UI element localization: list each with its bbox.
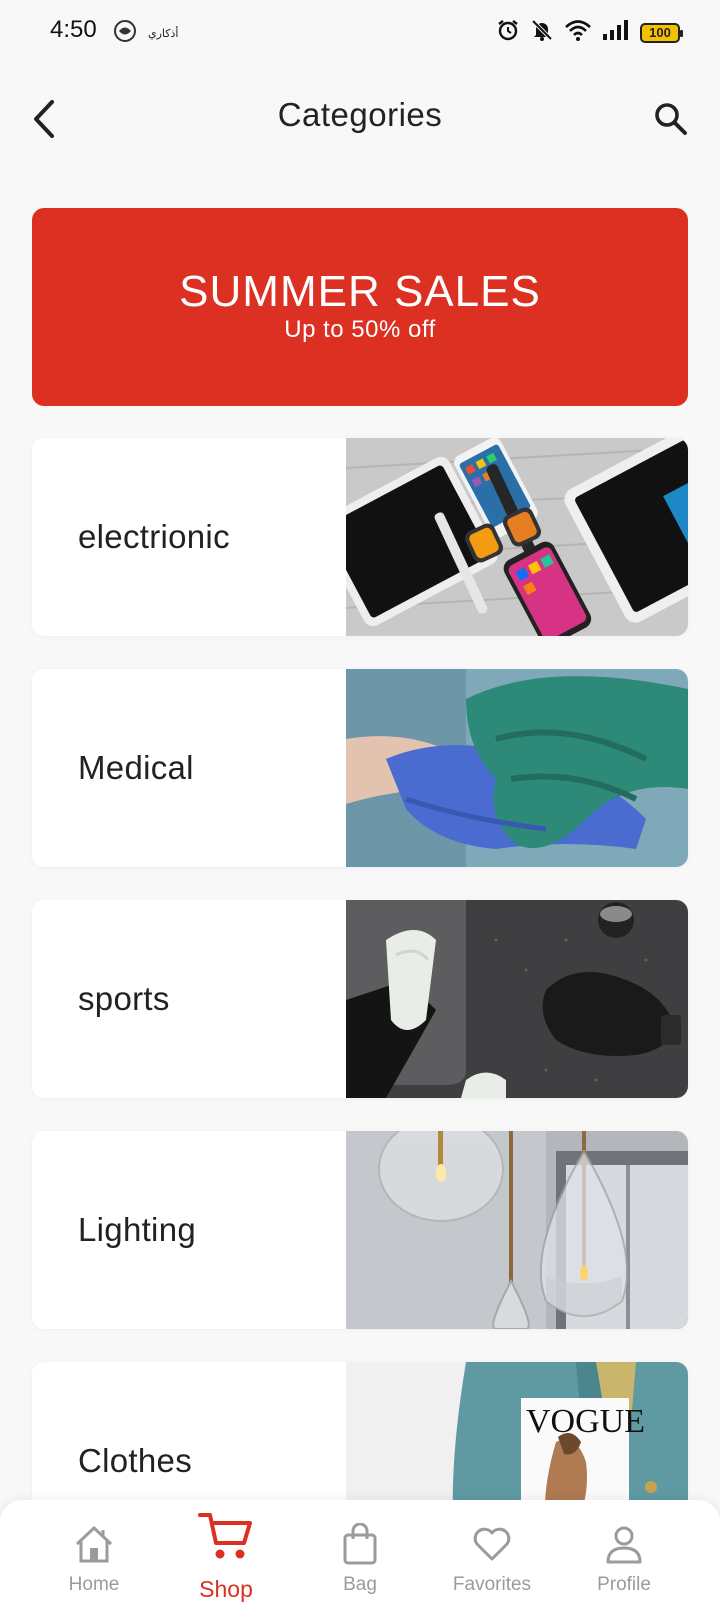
signal-icon — [602, 19, 630, 46]
status-left-label: أذكاري — [148, 27, 179, 40]
battery-level: 100 — [649, 25, 671, 40]
nav-item-home[interactable]: Home — [28, 1500, 160, 1612]
mute-icon — [530, 18, 554, 47]
search-icon — [655, 103, 687, 135]
app-notification-icon — [112, 18, 138, 49]
svg-text:VOGUE: VOGUE — [526, 1403, 645, 1440]
summer-sales-banner[interactable]: SUMMER SALES Up to 50% off — [32, 208, 688, 406]
nav-item-bag[interactable]: Bag — [294, 1500, 426, 1612]
category-card-medical[interactable]: Medical — [32, 669, 688, 867]
battery-icon: 100 — [640, 22, 683, 43]
status-time: 4:50 — [50, 16, 97, 43]
nav-item-profile[interactable]: Profile — [558, 1500, 690, 1612]
banner-title: SUMMER SALES — [179, 267, 541, 316]
wifi-icon — [564, 18, 592, 47]
category-label: Medical — [78, 749, 194, 786]
category-card-lighting[interactable]: Lighting — [32, 1131, 688, 1329]
nav-item-favorites[interactable]: Favorites — [426, 1500, 558, 1612]
bottom-nav: Home Shop Bag Favorites Profile — [0, 1500, 720, 1612]
nav-item-shop[interactable]: Shop — [160, 1500, 292, 1612]
person-icon — [558, 1522, 690, 1566]
alarm-icon — [496, 18, 520, 47]
nav-label-home: Home — [68, 1574, 120, 1595]
category-image-sports — [346, 900, 688, 1098]
category-image-medical — [346, 669, 688, 867]
category-label: sports — [78, 980, 170, 1017]
header: Categories — [0, 80, 720, 160]
banner-subtitle: Up to 50% off — [284, 316, 436, 343]
category-card-electronic[interactable]: electrionic — [32, 438, 688, 636]
home-icon — [28, 1522, 160, 1566]
category-card-sports[interactable]: sports — [32, 900, 688, 1098]
page-title: Categories — [277, 96, 443, 133]
status-right-icons: 100 — [496, 18, 683, 47]
status-left-icons: أذكاري — [112, 18, 178, 49]
cart-icon — [160, 1513, 292, 1559]
nav-label-profile: Profile — [597, 1574, 651, 1595]
category-label: electrionic — [78, 518, 230, 555]
nav-label-favorites: Favorites — [452, 1574, 532, 1595]
category-image-lighting — [346, 1131, 688, 1329]
nav-label-shop: Shop — [199, 1576, 253, 1602]
bag-icon — [294, 1522, 426, 1566]
heart-icon — [426, 1522, 558, 1566]
category-image-electronic — [346, 438, 688, 636]
status-bar: 4:50 أذكاري 100 — [0, 0, 720, 64]
nav-label-bag: Bag — [343, 1574, 377, 1595]
category-label: Lighting — [78, 1211, 196, 1248]
search-button[interactable] — [648, 96, 694, 142]
